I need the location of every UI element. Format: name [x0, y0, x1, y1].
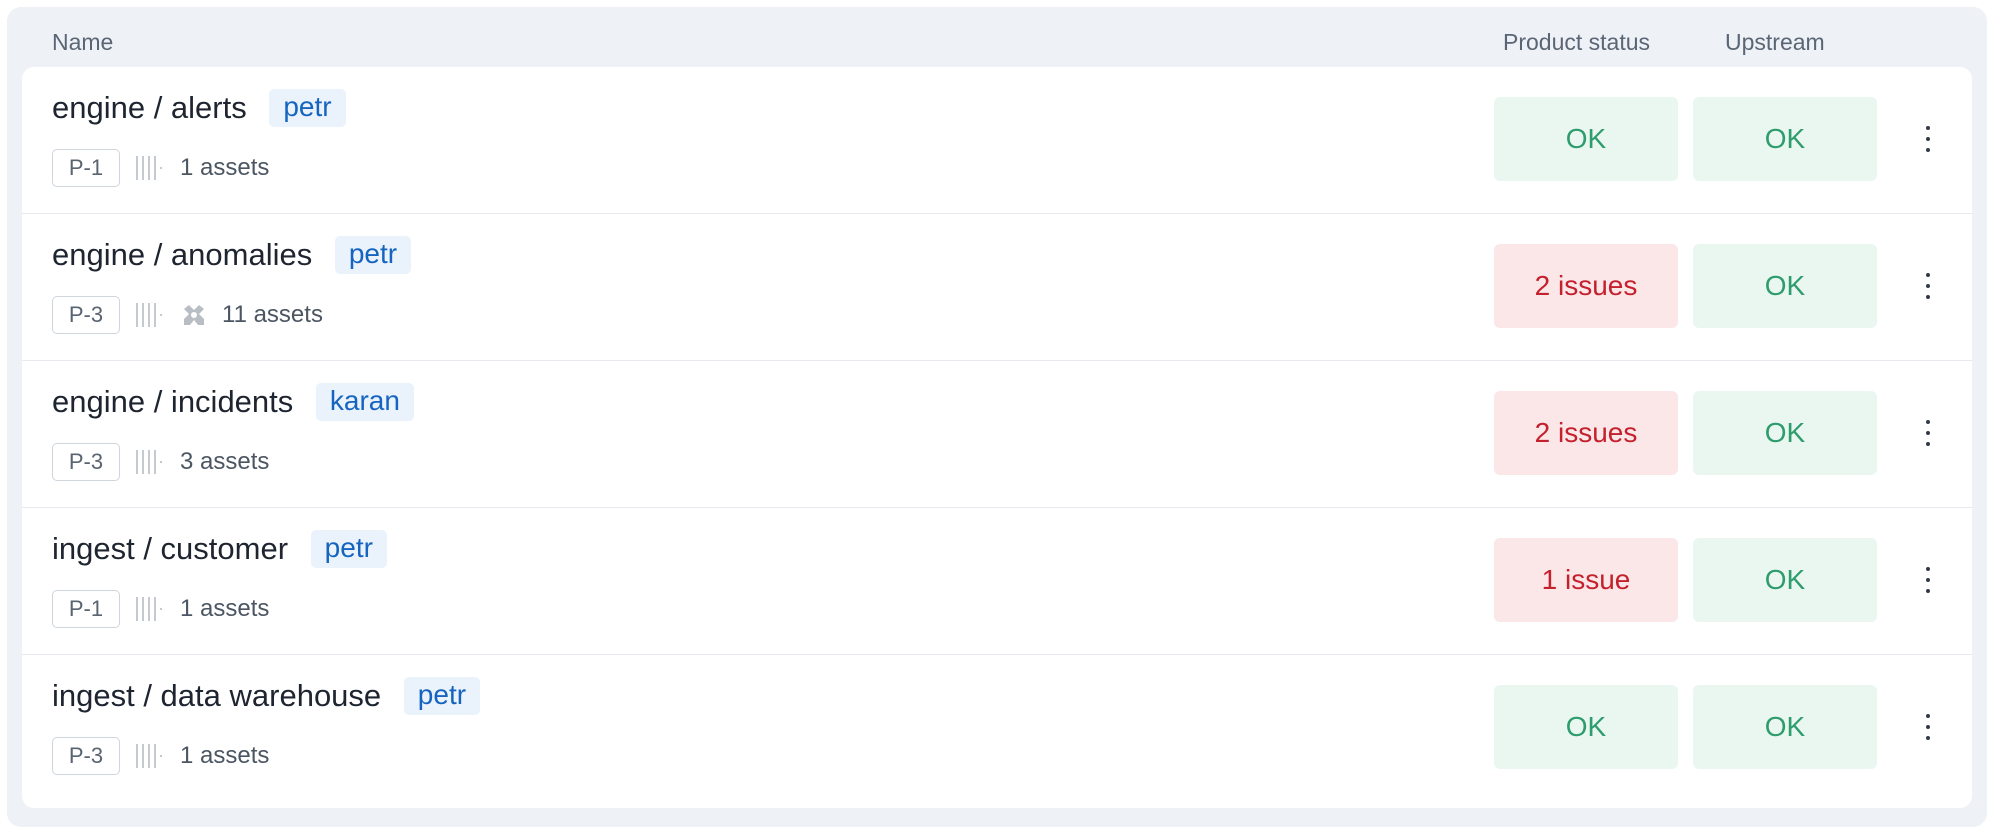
upstream-status-badge[interactable]: OK — [1693, 538, 1877, 622]
kebab-menu-icon[interactable] — [1917, 122, 1939, 156]
column-header-upstream[interactable]: Upstream — [1725, 29, 1825, 56]
product-name[interactable]: ingest / data warehouse — [52, 678, 381, 713]
row-meta: P-3 11 assets — [52, 296, 323, 334]
table-row[interactable]: engine / anomalies petr P-3 11 assets 2 … — [22, 214, 1972, 361]
assets-count: 3 assets — [180, 448, 270, 475]
puzzle-icon — [184, 305, 204, 325]
table-header: Name Product status Upstream — [7, 7, 1987, 67]
assets-count: 1 assets — [180, 154, 270, 181]
priority-badge: P-3 — [52, 296, 120, 334]
owner-badge[interactable]: petr — [269, 89, 346, 127]
upstream-status-badge[interactable]: OK — [1693, 97, 1877, 181]
table-row[interactable]: ingest / customer petr P-1 1 assets 1 is… — [22, 508, 1972, 655]
assets-count: 1 assets — [180, 595, 270, 622]
kebab-menu-icon[interactable] — [1917, 269, 1939, 303]
priority-badge: P-3 — [52, 443, 120, 481]
product-status-badge[interactable]: OK — [1494, 685, 1678, 769]
kebab-menu-icon[interactable] — [1917, 710, 1939, 744]
row-meta: P-1 1 assets — [52, 590, 269, 628]
bars-icon — [136, 156, 162, 180]
product-name[interactable]: engine / anomalies — [52, 237, 312, 272]
owner-badge[interactable]: petr — [403, 677, 481, 715]
bars-icon — [136, 450, 162, 474]
assets-count: 1 assets — [180, 742, 270, 769]
bars-icon — [136, 303, 162, 327]
upstream-status-badge[interactable]: OK — [1693, 685, 1877, 769]
row-title[interactable]: engine / anomalies petr — [52, 236, 412, 274]
upstream-status-badge[interactable]: OK — [1693, 391, 1877, 475]
product-status-badge[interactable]: 2 issues — [1494, 391, 1678, 475]
table-row[interactable]: engine / incidents karan P-3 3 assets 2 … — [22, 361, 1972, 508]
row-meta: P-3 1 assets — [52, 737, 269, 775]
table-row[interactable]: engine / alerts petr P-1 1 assets OK OK — [22, 67, 1972, 214]
product-status-badge[interactable]: 2 issues — [1494, 244, 1678, 328]
product-name[interactable]: engine / incidents — [52, 384, 293, 419]
data-products-panel: Name Product status Upstream engine / al… — [7, 7, 1987, 827]
upstream-status-badge[interactable]: OK — [1693, 244, 1877, 328]
assets-count: 11 assets — [222, 301, 323, 328]
owner-badge[interactable]: petr — [334, 236, 412, 274]
table-body: engine / alerts petr P-1 1 assets OK OK … — [22, 67, 1972, 808]
product-name[interactable]: ingest / customer — [52, 531, 288, 566]
priority-badge: P-3 — [52, 737, 120, 775]
row-title[interactable]: engine / incidents karan — [52, 383, 414, 421]
row-meta: P-1 1 assets — [52, 149, 269, 187]
bars-icon — [136, 744, 162, 768]
row-meta: P-3 3 assets — [52, 443, 269, 481]
priority-badge: P-1 — [52, 149, 120, 187]
column-header-product-status[interactable]: Product status — [1503, 29, 1650, 56]
column-header-name[interactable]: Name — [52, 29, 113, 56]
priority-badge: P-1 — [52, 590, 120, 628]
table-row[interactable]: ingest / data warehouse petr P-3 1 asset… — [22, 655, 1972, 802]
bars-icon — [136, 597, 162, 621]
product-status-badge[interactable]: 1 issue — [1494, 538, 1678, 622]
kebab-menu-icon[interactable] — [1917, 563, 1939, 597]
owner-badge[interactable]: karan — [315, 383, 414, 421]
owner-badge[interactable]: petr — [310, 530, 387, 568]
product-status-badge[interactable]: OK — [1494, 97, 1678, 181]
product-name[interactable]: engine / alerts — [52, 90, 247, 125]
row-title[interactable]: ingest / data warehouse petr — [52, 677, 481, 715]
row-title[interactable]: ingest / customer petr — [52, 530, 387, 568]
kebab-menu-icon[interactable] — [1917, 416, 1939, 450]
row-title[interactable]: engine / alerts petr — [52, 89, 346, 127]
